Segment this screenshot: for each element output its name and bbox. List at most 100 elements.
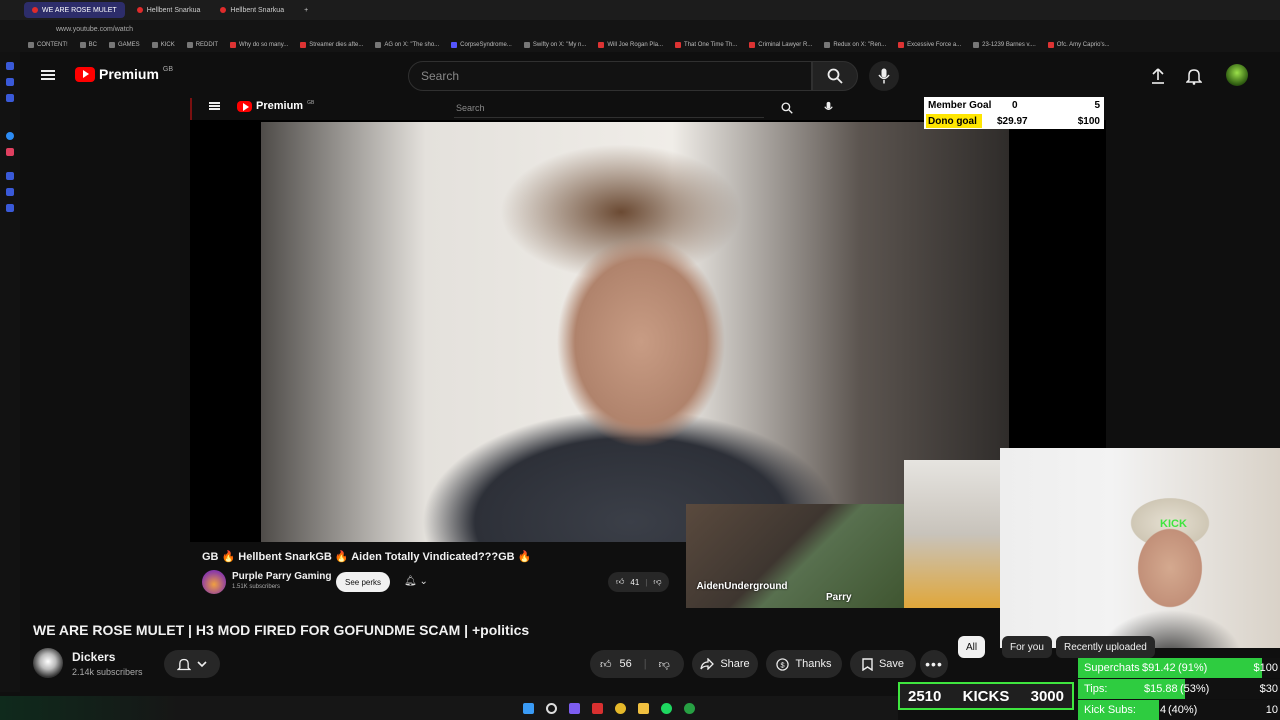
bell-icon (177, 658, 191, 670)
tab-label: Hellbent Snarkua (146, 6, 201, 14)
menu-icon (209, 102, 220, 110)
avatar[interactable] (1226, 64, 1248, 86)
x-logo-icon (523, 42, 530, 48)
messenger-icon[interactable] (6, 132, 14, 140)
chip-recently-uploaded[interactable]: Recently uploaded (1056, 636, 1155, 658)
bookmark[interactable]: Ofc. Amy Caprio's... (1047, 42, 1110, 48)
subscription-bell-button[interactable] (164, 650, 220, 678)
subscriber-count: 2.14k subscribers (72, 667, 143, 677)
bell-icon (1186, 69, 1202, 85)
bookmark[interactable]: Streamer dies afte... (300, 42, 363, 48)
search-button[interactable] (812, 61, 858, 91)
guest-camera-feed: AidenUnderground Parry (686, 504, 906, 608)
browser-tab[interactable]: Hellbent Snarkua (129, 2, 209, 18)
bookmark[interactable]: Criminal Lawyer R... (749, 42, 812, 48)
discord-icon[interactable] (569, 702, 580, 714)
channel-name[interactable]: Dickers (72, 650, 115, 664)
youtube-favicon-icon (32, 7, 38, 13)
menu-icon[interactable] (41, 70, 55, 80)
favicon-icon (1047, 42, 1054, 48)
youtube-premium-logo[interactable]: Premium GB (75, 66, 173, 82)
bookmark[interactable]: Will Joe Rogan Pla... (598, 42, 663, 48)
x-logo-icon (375, 42, 382, 48)
sidebar-app-icon[interactable] (6, 78, 14, 86)
address-bar[interactable]: www.youtube.com/watch (0, 20, 1280, 38)
bookmark[interactable]: REDDIT (186, 42, 218, 48)
sidebar-app-icon[interactable] (6, 204, 14, 212)
goal-overlay: Member Goal 0 5 Dono goal $29.97 $100 (924, 97, 1104, 129)
bookmark[interactable]: CONTENT! (28, 42, 68, 48)
youtube-favicon-icon (136, 7, 143, 13)
chrome-icon[interactable] (615, 702, 626, 714)
video-title: WE ARE ROSE MULET | H3 MOD FIRED FOR GOF… (33, 622, 530, 638)
search-input[interactable]: Search (408, 61, 812, 91)
thumbs-up-icon: 👍︎ (616, 577, 625, 586)
dislike-button[interactable]: 👎︎ (659, 658, 670, 671)
superchats-row: Superchats $91.42 (91%) $100 (1078, 658, 1280, 678)
kick-subs-row: Kick Subs: 4 (40%) 10 (1078, 700, 1280, 720)
sidebar-app-icon[interactable] (6, 62, 14, 70)
stream-player[interactable]: Premium GB Search GB 🔥 Hellbent SnarkGB … (190, 98, 1106, 608)
member-goal-row: Member Goal 0 5 (928, 99, 1100, 111)
folder-icon (28, 42, 34, 48)
youtube-play-icon (237, 100, 252, 112)
bookmark[interactable]: CorpseSyndrome... (451, 42, 512, 48)
xbox-icon[interactable] (684, 702, 695, 714)
bookmarks-bar: CONTENT! BC GAMES KICK REDDIT Why do so … (0, 38, 1280, 52)
bookmark[interactable]: Excessive Force a... (898, 42, 961, 48)
notifications-button[interactable] (1186, 67, 1202, 85)
sidebar-app-icon[interactable] (6, 172, 14, 180)
chip-for-you[interactable]: For you (1002, 636, 1052, 658)
folder-icon (79, 42, 86, 48)
upload-button[interactable] (1150, 68, 1166, 84)
search-icon[interactable] (546, 702, 557, 714)
like-button[interactable]: 👍︎ 56 (600, 658, 632, 671)
chevron-down-icon (197, 661, 207, 668)
favicon-icon (973, 42, 980, 48)
folder-icon (186, 42, 193, 48)
guest-name-label: Parry (826, 592, 852, 603)
see-perks-button: See perks (336, 572, 391, 592)
bookmark[interactable]: Swifty on X: "My n... (523, 42, 586, 48)
browser-tab[interactable]: Hellbent Snarkua (212, 2, 292, 18)
thumbs-up-icon: 👍︎ (600, 658, 612, 671)
browser-sidebar (0, 52, 20, 692)
bookmark[interactable]: 23-1239 Barnes v.... (973, 42, 1036, 48)
thanks-button[interactable]: $ Thanks (766, 650, 842, 678)
streamer-webcam: KICK (1000, 448, 1280, 648)
bookmark-icon (862, 657, 873, 671)
favicon-icon (749, 42, 756, 48)
tips-row: Tips: $15.88 (53%) $30 (1078, 679, 1280, 699)
inner-channel-name: Purple Parry Gaming (232, 571, 332, 582)
microphone-icon (824, 101, 833, 110)
bookmark[interactable]: Redux on X: "Ren... (824, 42, 886, 48)
bookmark[interactable]: GAMES (109, 42, 140, 48)
bookmark[interactable]: Why do so many... (230, 42, 288, 48)
bookmark[interactable]: That One Time Th... (675, 42, 737, 48)
windows-start-icon[interactable] (523, 702, 534, 714)
tab-label: Hellbent Snarkua (230, 6, 285, 14)
sidebar-app-icon[interactable] (6, 94, 14, 102)
save-button[interactable]: Save (850, 650, 916, 678)
browser-tab-active[interactable]: WE ARE ROSE MULET (24, 2, 125, 18)
opera-icon[interactable] (592, 702, 603, 714)
channel-avatar[interactable] (33, 648, 63, 678)
sidebar-app-icon[interactable] (6, 188, 14, 196)
bookmark[interactable]: AG on X: "The sho... (375, 42, 439, 48)
share-button[interactable]: Share (692, 650, 758, 678)
youtube-play-icon (75, 66, 95, 82)
spotify-icon[interactable] (661, 702, 672, 714)
more-actions-button[interactable]: ••• (920, 650, 948, 678)
share-icon (700, 658, 715, 670)
folder-icon[interactable] (638, 702, 649, 714)
bookmark[interactable]: KICK (151, 42, 175, 48)
dono-goal-row: Dono goal $29.97 $100 (926, 114, 1100, 128)
chip-all[interactable]: All (958, 636, 986, 658)
new-tab-button[interactable]: + (296, 2, 316, 18)
inner-search-input: Search (454, 99, 764, 118)
video-frame[interactable] (261, 122, 1009, 542)
favicon-icon (451, 42, 458, 48)
bookmark[interactable]: BC (79, 42, 97, 48)
voice-search-button[interactable] (869, 61, 899, 91)
instagram-icon[interactable] (6, 148, 14, 156)
